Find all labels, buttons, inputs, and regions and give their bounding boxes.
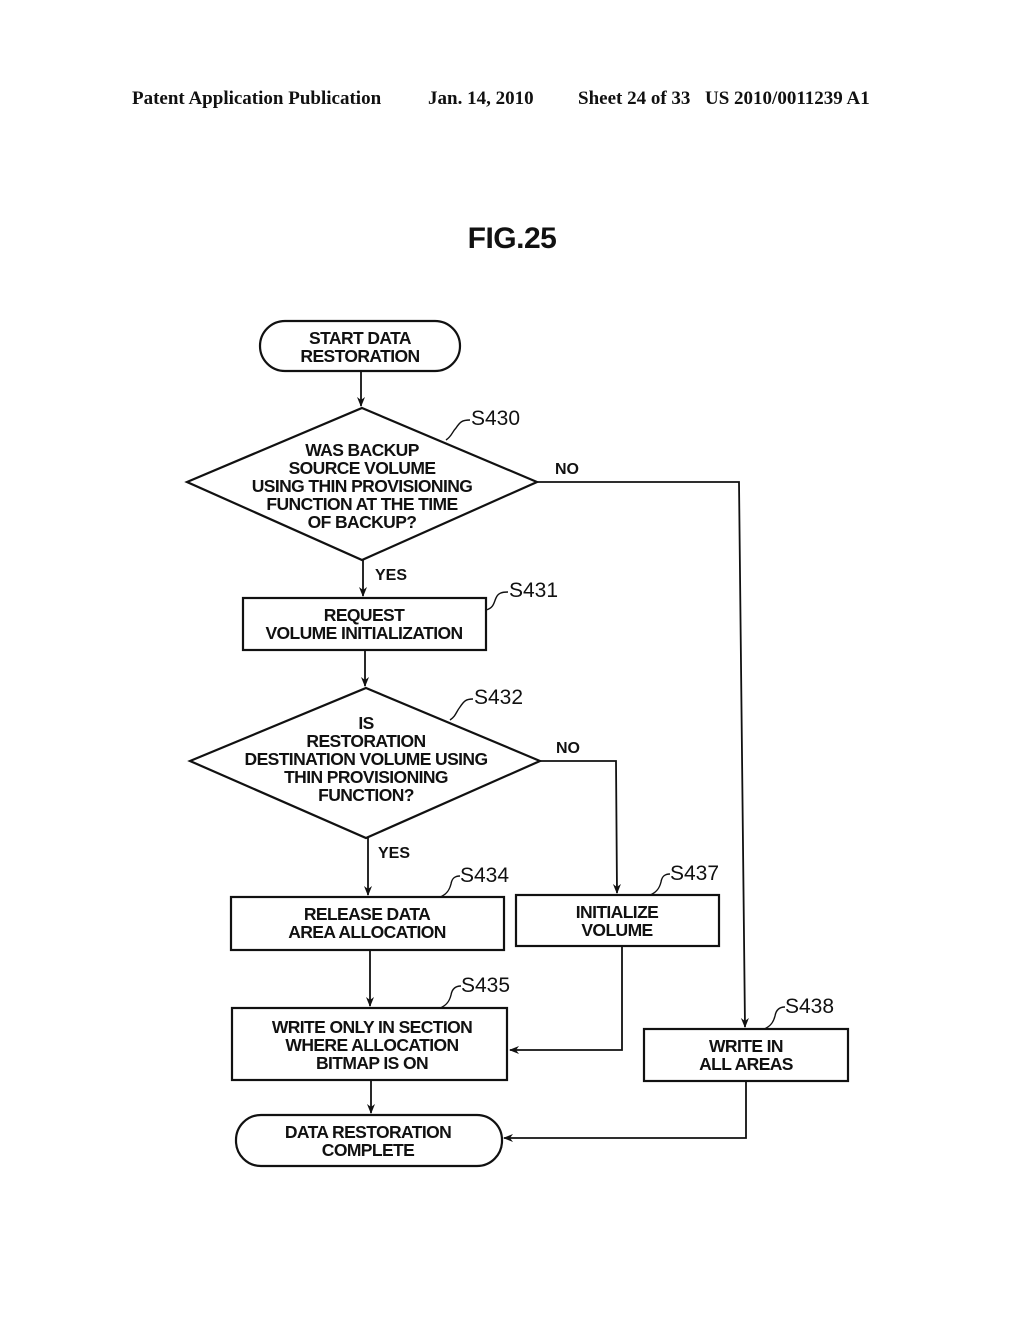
process-s435: WRITE ONLY IN SECTION WHERE ALLOCATION B… xyxy=(230,974,510,1082)
edge-s432-no-s437 xyxy=(540,760,621,894)
flowchart: START DATA RESTORATION WAS BACKUP SOURCE… xyxy=(184,319,850,1168)
s434-line: AREA ALLOCATION xyxy=(288,922,446,942)
s438-line: WRITE IN xyxy=(709,1036,783,1056)
s430-line: SOURCE VOLUME xyxy=(289,458,436,478)
s435-line: BITMAP IS ON xyxy=(316,1053,428,1073)
s432-line: IS xyxy=(358,713,373,733)
s432-ref: S432 xyxy=(474,686,523,709)
s432-yes-label: YES xyxy=(378,845,410,862)
end-line: DATA RESTORATION xyxy=(285,1122,451,1142)
process-s434: RELEASE DATA AREA ALLOCATION S434 xyxy=(229,864,509,952)
start-line: START DATA xyxy=(309,328,412,348)
s432-line: FUNCTION? xyxy=(318,785,414,805)
s430-line: FUNCTION AT THE TIME xyxy=(266,494,457,514)
s430-yes-label: YES xyxy=(375,567,407,584)
end-line: COMPLETE xyxy=(322,1140,414,1160)
s430-no-label: NO xyxy=(555,461,579,478)
decision-s432: IS RESTORATION DESTINATION VOLUME USING … xyxy=(187,686,580,862)
s431-line: REQUEST xyxy=(324,605,405,625)
decision-s430: WAS BACKUP SOURCE VOLUME USING THIN PROV… xyxy=(184,406,579,584)
start-terminal: START DATA RESTORATION xyxy=(258,319,462,373)
s435-ref: S435 xyxy=(461,974,510,997)
s438-line: ALL AREAS xyxy=(699,1054,793,1074)
s430-line: WAS BACKUP xyxy=(305,440,420,460)
s432-leader xyxy=(449,698,474,721)
s431-line: VOLUME INITIALIZATION xyxy=(265,623,462,643)
s434-line: RELEASE DATA xyxy=(304,904,431,924)
s431-ref: S431 xyxy=(509,579,558,602)
s432-line: THIN PROVISIONING xyxy=(284,767,448,787)
s434-ref: S434 xyxy=(460,864,509,887)
s437-ref: S437 xyxy=(670,862,719,885)
s438-leader xyxy=(763,1006,786,1030)
s430-line: USING THIN PROVISIONING xyxy=(252,476,473,496)
s438-ref: S438 xyxy=(785,995,834,1018)
s430-leader xyxy=(445,419,471,441)
s432-line: RESTORATION xyxy=(306,731,425,751)
process-s431: REQUEST VOLUME INITIALIZATION S431 xyxy=(241,579,558,652)
s437-line: INITIALIZE xyxy=(576,902,658,922)
s431-leader xyxy=(485,591,509,611)
s434-leader xyxy=(439,875,461,898)
edge-s437-s435 xyxy=(509,946,623,1054)
s430-ref: S430 xyxy=(471,407,520,430)
s435-line: WHERE ALLOCATION xyxy=(285,1035,458,1055)
process-s438: WRITE IN ALL AREAS S438 xyxy=(642,995,850,1083)
s437-leader xyxy=(649,873,671,896)
edge-s438-end xyxy=(503,1081,747,1142)
s435-leader xyxy=(439,985,462,1009)
end-terminal: DATA RESTORATION COMPLETE xyxy=(234,1113,504,1168)
s435-line: WRITE ONLY IN SECTION xyxy=(272,1017,472,1037)
s430-line: OF BACKUP? xyxy=(308,512,417,532)
s432-no-label: NO xyxy=(556,740,580,757)
start-line: RESTORATION xyxy=(300,346,419,366)
s432-line: DESTINATION VOLUME USING xyxy=(245,749,488,769)
s437-line: VOLUME xyxy=(581,920,652,940)
